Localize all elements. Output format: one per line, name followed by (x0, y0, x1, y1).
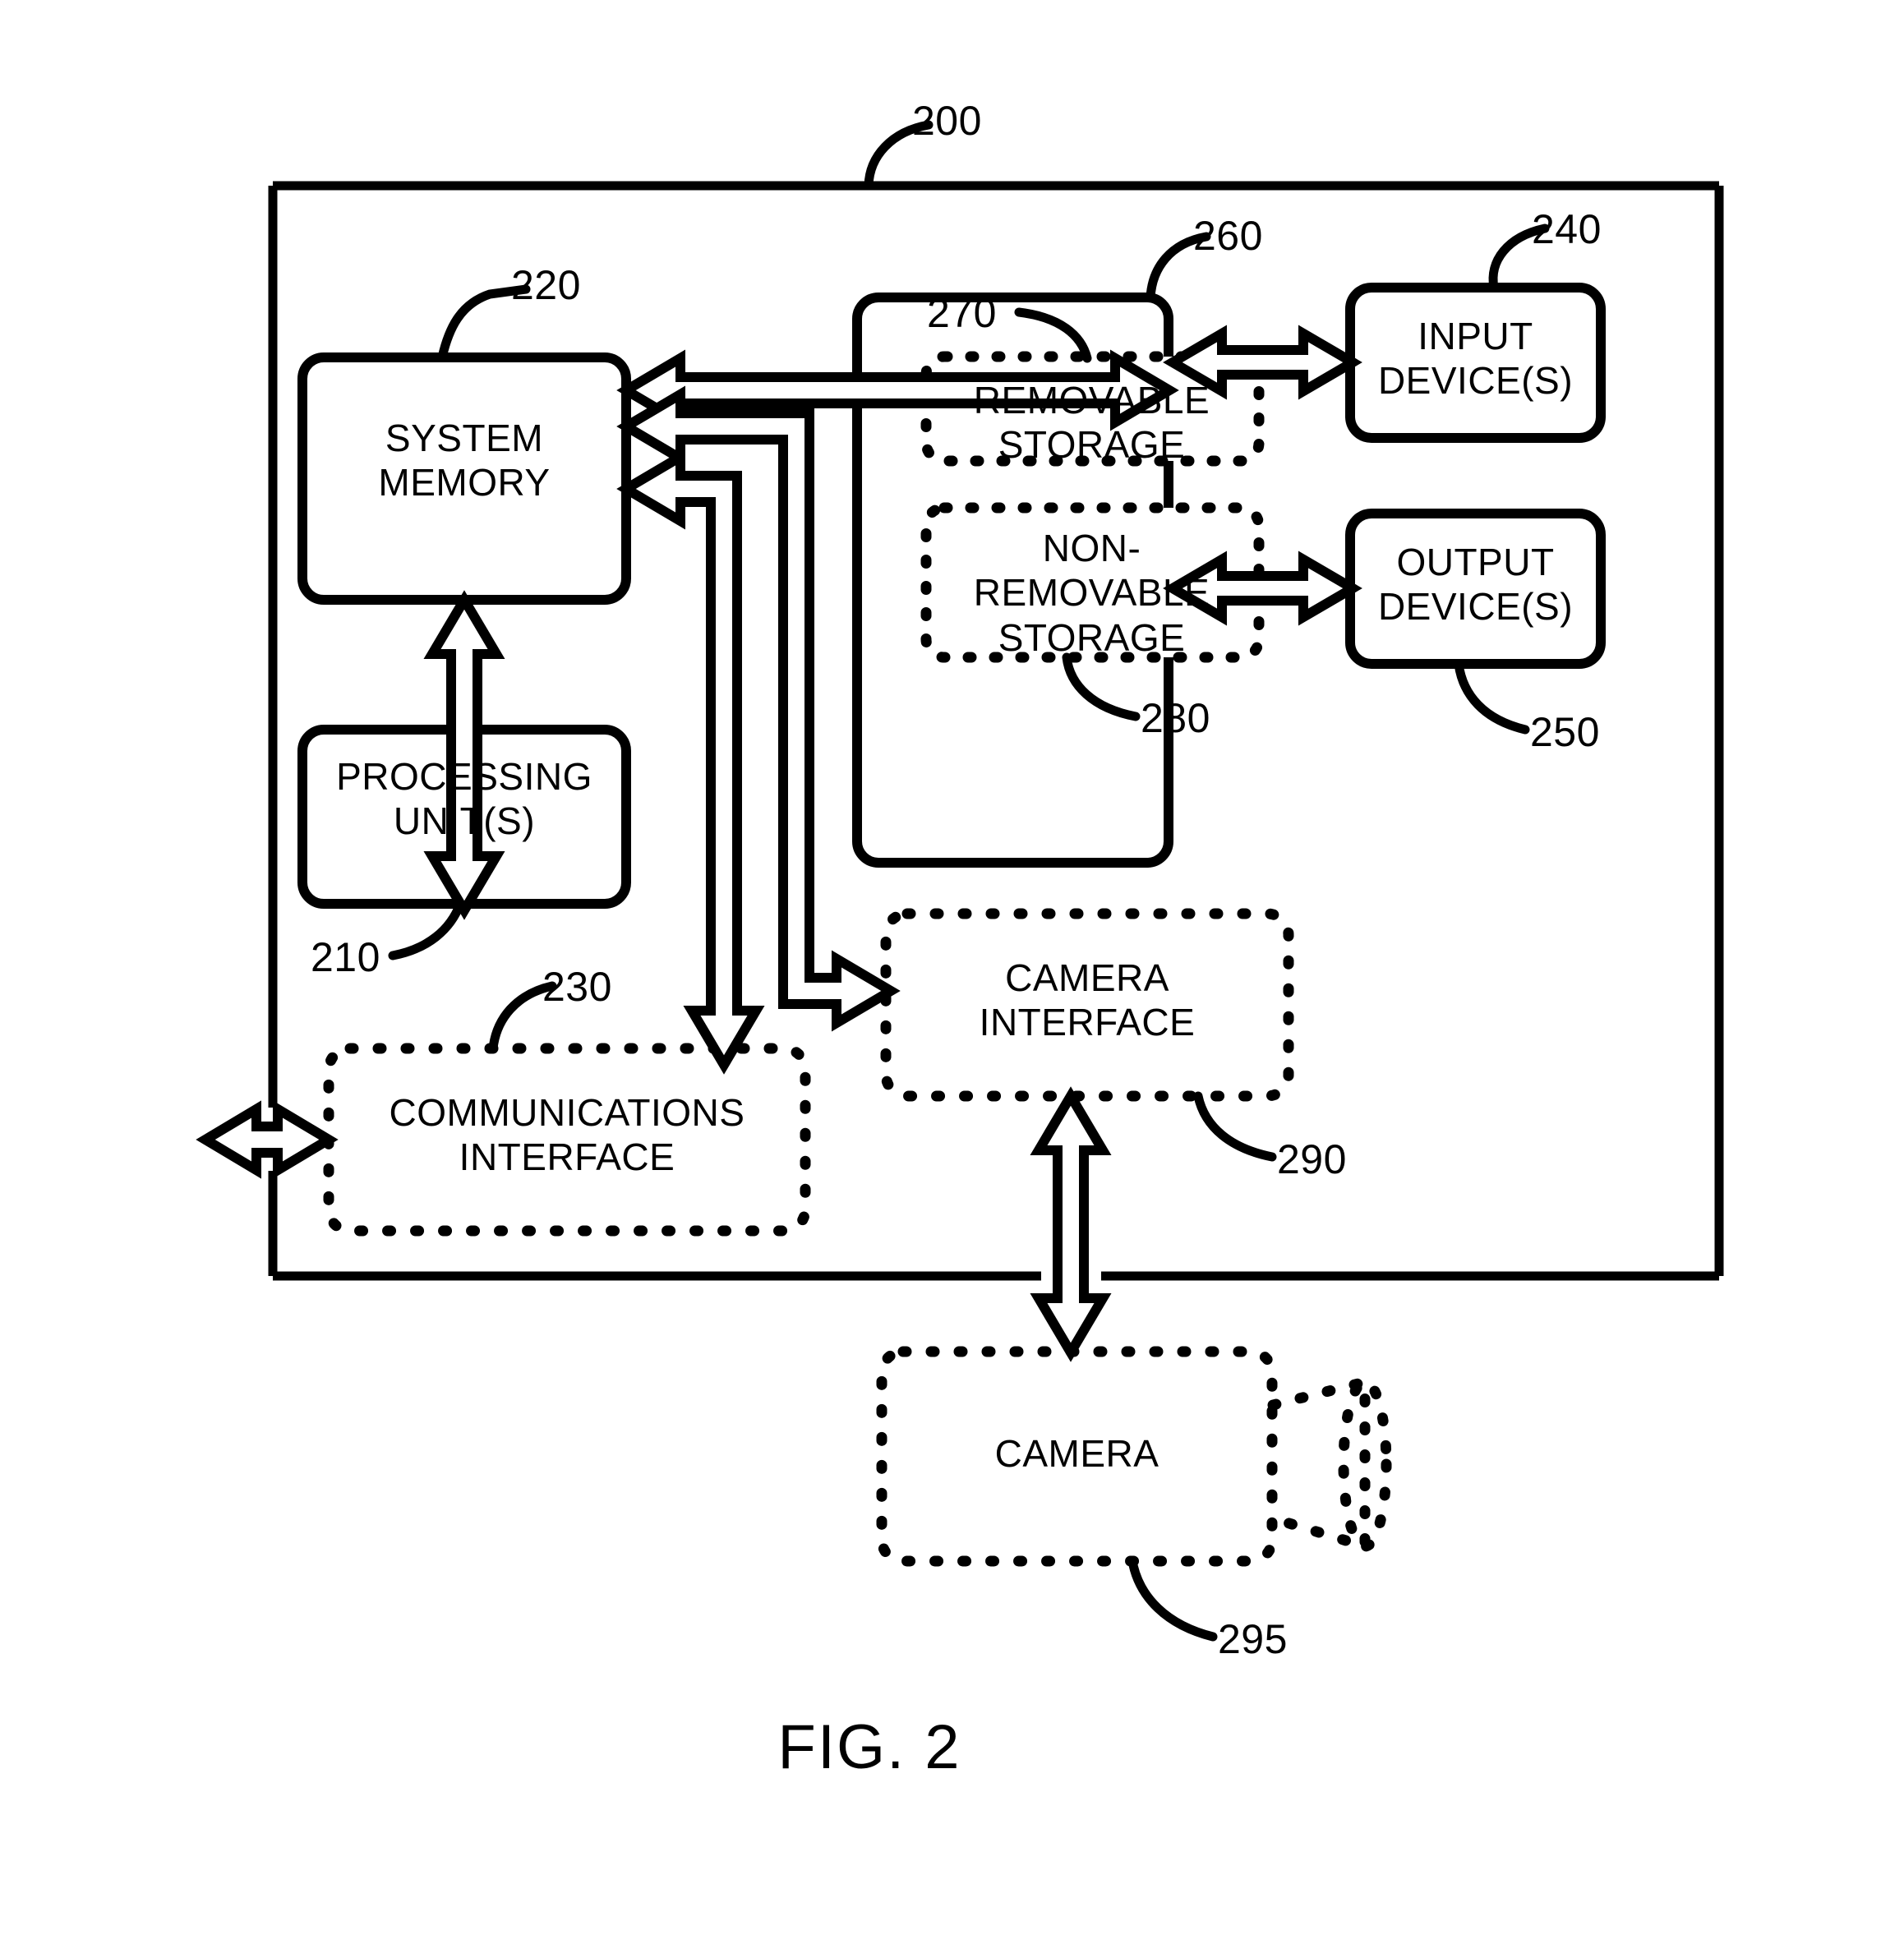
ref-numeral-200: 200 (912, 98, 982, 144)
input-devices-label: INPUT DEVICE(S) (1377, 315, 1574, 403)
processing-units-label: PROCESSING UNIT(S) (336, 755, 592, 843)
arrow-comms-external (196, 1100, 339, 1179)
ref-numeral-280: 280 (1141, 695, 1210, 741)
camera-label: CAMERA (994, 1432, 1159, 1475)
patent-figure-2: STORAGE CONTAINER (horizontal, hollow) -… (0, 0, 1904, 1944)
communications-interface-label: COMMUNICATIONS INTERFACE (389, 1091, 745, 1179)
figure-caption: FIG. 2 (777, 1712, 961, 1782)
ref-numeral-230: 230 (542, 964, 612, 1010)
system-memory-label: SYSTEM MEMORY (378, 417, 551, 504)
camera-interface-label: CAMERA INTERFACE (979, 956, 1196, 1044)
ref-numeral-290: 290 (1277, 1136, 1347, 1182)
ref-numeral-240: 240 (1532, 206, 1602, 252)
leader-250 (1454, 659, 1530, 735)
ref-numeral-295: 295 (1218, 1616, 1288, 1662)
ref-numeral-250: 250 (1530, 709, 1600, 755)
ref-numeral-270: 270 (927, 290, 997, 336)
ref-numeral-220: 220 (511, 262, 581, 308)
output-devices-label: OUTPUT DEVICE(S) (1377, 541, 1574, 629)
non-removable-storage-label: NON- REMOVABLE STORAGE (973, 527, 1210, 659)
ref-numeral-210: 210 (311, 934, 380, 980)
leader-290 (1193, 1091, 1277, 1162)
leader-295 (1127, 1556, 1218, 1642)
removable-storage-label: REMOVABLE STORAGE (973, 379, 1210, 467)
arrow-camera-interface-camera (1030, 1086, 1112, 1362)
ref-numeral-260: 260 (1193, 213, 1263, 259)
